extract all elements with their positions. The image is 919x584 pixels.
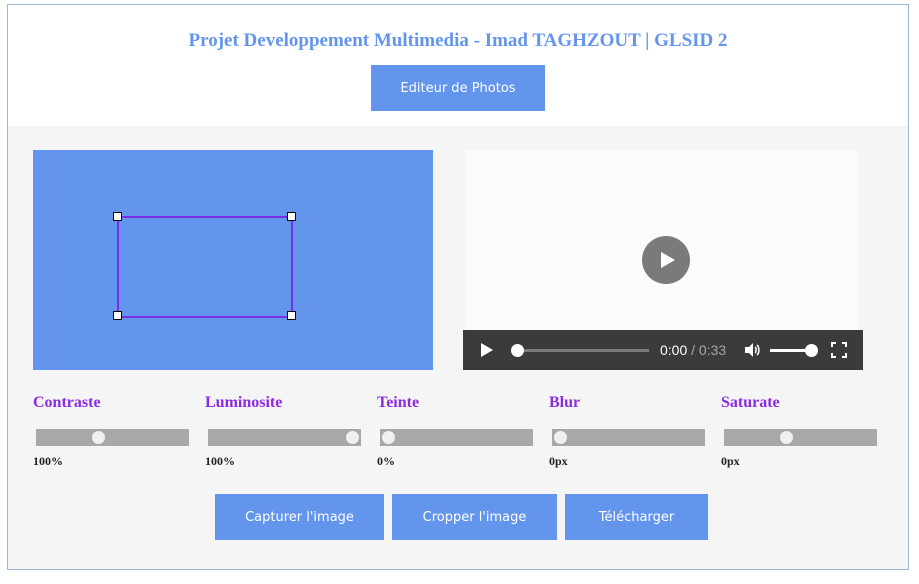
volume-slider[interactable]: [770, 344, 818, 357]
slider-value: 0px: [721, 454, 740, 468]
slider-track[interactable]: [36, 429, 189, 446]
total-time: / 0:33: [691, 342, 727, 358]
slider-knob[interactable]: [382, 431, 395, 444]
slider-saturate: Saturate 0px: [721, 394, 881, 468]
crop-handle-top-right[interactable]: [287, 212, 296, 221]
crop-image-button[interactable]: Cropper l'image: [392, 494, 557, 540]
slider-knob[interactable]: [780, 431, 794, 444]
current-time: 0:00: [660, 342, 688, 358]
progress-knob[interactable]: [511, 344, 524, 357]
video-controls: 0:00 / 0:33: [463, 330, 863, 370]
slider-knob[interactable]: [92, 431, 106, 444]
volume-icon[interactable]: [744, 342, 760, 358]
slider-label: Teinte: [377, 394, 420, 411]
progress-bar[interactable]: [511, 344, 649, 357]
video-screen[interactable]: [466, 150, 858, 330]
capture-image-button[interactable]: Capturer l'image: [215, 494, 384, 540]
download-button[interactable]: Télécharger: [565, 494, 708, 540]
slider-label: Saturate: [721, 394, 780, 411]
editor-panel: 0:00 / 0:33 Contraste 100% Luminosite 10…: [7, 126, 909, 570]
slider-track[interactable]: [380, 429, 533, 446]
slider-blur: Blur 0px: [549, 394, 709, 468]
slider-teinte: Teinte 0%: [377, 394, 537, 468]
slider-knob[interactable]: [554, 431, 567, 444]
crop-handle-bottom-right[interactable]: [287, 311, 296, 320]
image-canvas[interactable]: [33, 150, 433, 370]
video-player[interactable]: 0:00 / 0:33: [463, 150, 863, 370]
crop-handle-bottom-left[interactable]: [113, 311, 122, 320]
page-title: Projet Developpement Multimedia - Imad T…: [188, 30, 728, 51]
crop-selection[interactable]: [117, 216, 293, 318]
time-display: 0:00 / 0:33: [660, 342, 726, 358]
fullscreen-icon[interactable]: [831, 342, 847, 358]
crop-handle-top-left[interactable]: [113, 212, 122, 221]
big-play-button[interactable]: [642, 236, 690, 284]
slider-value: 0px: [549, 454, 568, 468]
volume-knob[interactable]: [805, 344, 818, 357]
header-panel: Projet Developpement Multimedia - Imad T…: [7, 4, 909, 127]
slider-value: 100%: [33, 454, 63, 468]
photo-editor-button[interactable]: Editeur de Photos: [371, 65, 545, 111]
slider-label: Contraste: [33, 394, 101, 411]
slider-contraste: Contraste 100%: [33, 394, 193, 468]
slider-value: 0%: [377, 454, 395, 468]
slider-label: Blur: [549, 394, 581, 411]
slider-track[interactable]: [552, 429, 705, 446]
play-icon[interactable]: [481, 343, 493, 357]
slider-track[interactable]: [724, 429, 877, 446]
slider-knob[interactable]: [346, 431, 359, 444]
slider-label: Luminosite: [205, 394, 283, 411]
slider-luminosite: Luminosite 100%: [205, 394, 365, 468]
slider-value: 100%: [205, 454, 235, 468]
slider-track[interactable]: [208, 429, 361, 446]
